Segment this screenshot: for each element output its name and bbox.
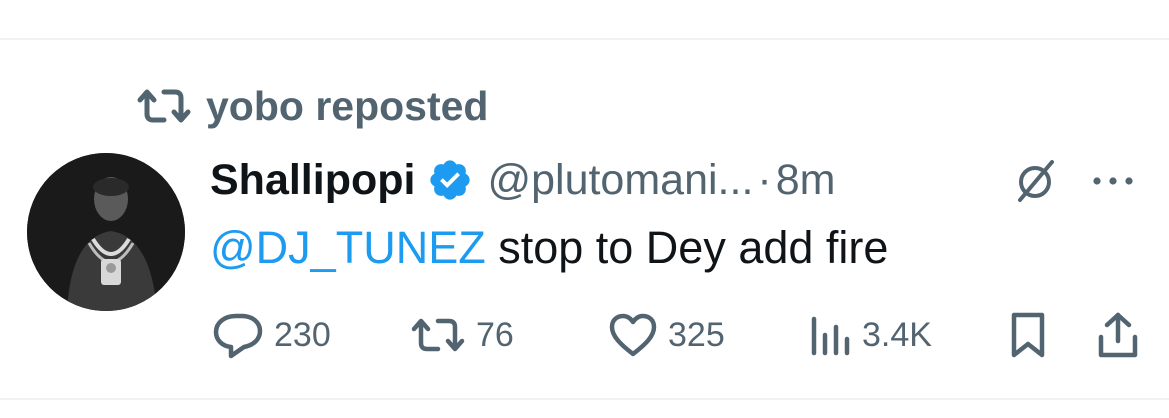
reply-icon bbox=[213, 313, 263, 359]
grok-icon[interactable] bbox=[1012, 158, 1058, 204]
views-button[interactable]: 3.4K bbox=[806, 310, 932, 360]
repost-button[interactable]: 76 bbox=[410, 310, 514, 360]
avatar[interactable] bbox=[27, 153, 185, 311]
views-chart-icon bbox=[811, 316, 850, 356]
tweet-header: Shallipopi @plutomani... · 8m bbox=[210, 150, 835, 210]
heart-icon bbox=[609, 313, 657, 357]
mention-link[interactable]: @DJ_TUNEZ bbox=[210, 222, 486, 273]
share-button[interactable] bbox=[1096, 310, 1140, 360]
repost-count: 76 bbox=[476, 316, 514, 354]
repost-context[interactable]: yobo reposted bbox=[136, 80, 488, 132]
share-icon bbox=[1098, 312, 1138, 358]
separator-dot: · bbox=[757, 156, 772, 204]
author-handle[interactable]: @plutomani... bbox=[487, 150, 753, 210]
bookmark-button[interactable] bbox=[1008, 310, 1048, 360]
views-count: 3.4K bbox=[862, 316, 932, 354]
author-name[interactable]: Shallipopi bbox=[210, 150, 415, 210]
reply-count: 230 bbox=[274, 316, 331, 354]
repost-icon bbox=[411, 318, 465, 352]
like-button[interactable]: 325 bbox=[608, 310, 725, 360]
verified-badge-icon bbox=[430, 160, 471, 200]
timestamp[interactable]: 8m bbox=[776, 150, 836, 210]
like-count: 325 bbox=[668, 316, 725, 354]
tweet-body: stop to Dey add fire bbox=[485, 222, 889, 273]
action-bar: 230 76 325 3.4K bbox=[0, 310, 1169, 360]
top-divider bbox=[0, 38, 1169, 40]
more-icon[interactable] bbox=[1086, 166, 1140, 196]
repost-icon bbox=[136, 86, 192, 126]
reply-button[interactable]: 230 bbox=[212, 310, 331, 360]
bottom-divider bbox=[0, 398, 1169, 400]
tweet-text: @DJ_TUNEZ stop to Dey add fire bbox=[210, 216, 888, 280]
bookmark-icon bbox=[1011, 312, 1045, 358]
repost-label: yobo reposted bbox=[206, 83, 489, 129]
